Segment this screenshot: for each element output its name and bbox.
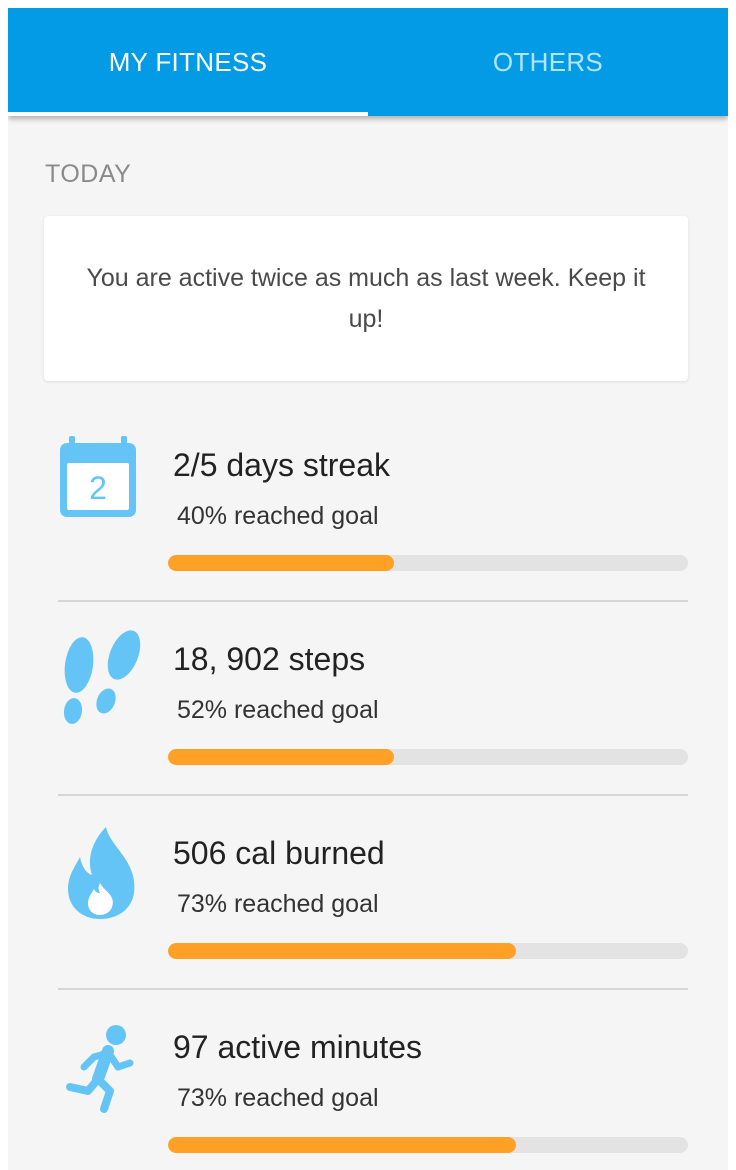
divider	[58, 794, 688, 796]
stat-title: 18, 902 steps	[173, 641, 366, 677]
motivation-message: You are active twice as much as last wee…	[86, 263, 646, 333]
progress-fill	[168, 749, 395, 765]
active-tab-indicator	[8, 112, 368, 116]
calendar-day-number: 2	[89, 470, 107, 506]
stat-title: 506 cal burned	[173, 835, 385, 871]
footsteps-icon	[58, 623, 148, 724]
tab-my-fitness[interactable]: MY FITNESS	[8, 8, 368, 116]
progress-bar	[168, 943, 688, 959]
tab-others[interactable]: OTHERS	[368, 8, 728, 116]
divider	[58, 988, 688, 990]
app-screen: MY FITNESS OTHERS TODAY You are active t…	[8, 8, 728, 1170]
progress-bar	[168, 1137, 688, 1153]
divider	[58, 600, 688, 602]
tab-my-fitness-label: MY FITNESS	[108, 46, 268, 77]
progress-bar	[168, 749, 688, 765]
stat-goal-text: 73% reached goal	[177, 890, 379, 918]
progress-fill	[168, 943, 517, 959]
tab-bar: MY FITNESS OTHERS	[8, 8, 728, 116]
tab-others-label: OTHERS	[492, 46, 604, 77]
stat-steps[interactable]: 18, 902 steps 52% reached goal	[58, 623, 688, 817]
stat-goal-text: 73% reached goal	[177, 1084, 379, 1112]
running-person-icon	[58, 1011, 148, 1113]
stat-goal-text: 52% reached goal	[177, 696, 379, 724]
motivation-card: You are active twice as much as last wee…	[44, 216, 688, 381]
stat-title: 97 active minutes	[173, 1029, 423, 1065]
progress-bar	[168, 555, 688, 571]
stat-active-minutes[interactable]: 97 active minutes 73% reached goal	[58, 1011, 688, 1170]
progress-fill	[168, 1137, 517, 1153]
stat-calories[interactable]: 506 cal burned 73% reached goal	[58, 817, 688, 1011]
stat-goal-text: 40% reached goal	[177, 502, 379, 530]
flame-icon	[58, 817, 148, 919]
stat-streak[interactable]: 2 2/5 days streak 40% reached goal	[58, 429, 688, 623]
calendar-icon: 2	[58, 429, 148, 529]
progress-fill	[168, 555, 395, 571]
stat-title: 2/5 days streak	[173, 447, 390, 483]
section-title-today: TODAY	[45, 160, 132, 188]
